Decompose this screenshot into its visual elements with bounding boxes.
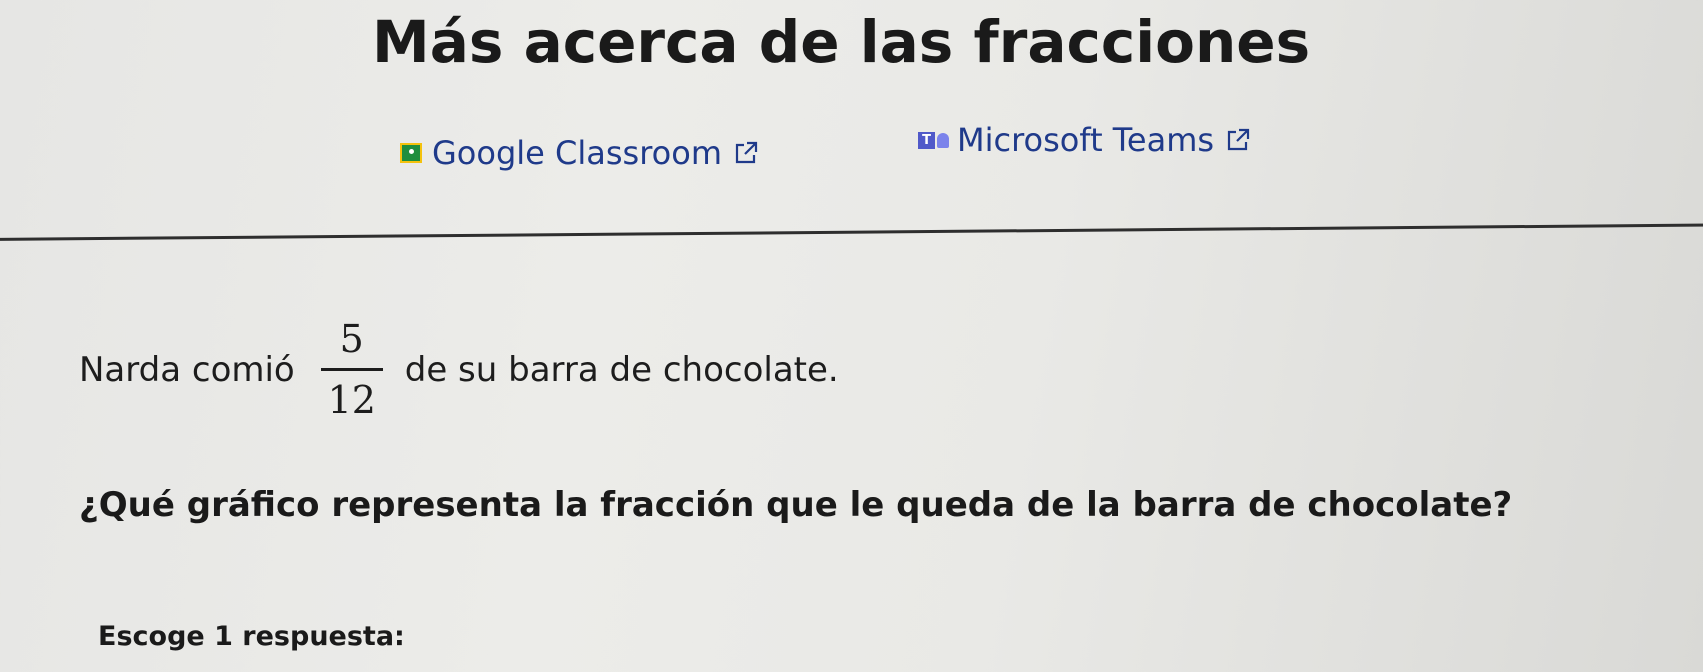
fraction: 5 12 — [320, 317, 383, 422]
section-divider — [0, 223, 1703, 241]
google-classroom-share-link[interactable]: Google Classroom — [400, 134, 760, 172]
page-title: Más acerca de las fracciones — [372, 8, 1311, 76]
microsoft-teams-share-link[interactable]: T Microsoft Teams — [918, 121, 1252, 159]
microsoft-teams-label: Microsoft Teams — [957, 121, 1215, 159]
google-classroom-label: Google Classroom — [432, 134, 722, 172]
google-classroom-icon — [400, 143, 422, 163]
external-link-icon — [1227, 128, 1250, 151]
fraction-denominator: 12 — [327, 378, 376, 422]
microsoft-teams-icon: T — [918, 131, 949, 149]
statement-suffix: de su barra de chocolate. — [404, 349, 839, 390]
statement-prefix: Narda comió — [79, 349, 295, 390]
fraction-numerator: 5 — [339, 317, 364, 361]
external-link-icon — [735, 141, 758, 164]
question-text: ¿Qué gráfico representa la fracción que … — [79, 485, 1513, 525]
problem-statement: Narda comió 5 12 de su barra de chocolat… — [79, 320, 839, 419]
answer-instruction: Escoge 1 respuesta: — [98, 621, 405, 652]
